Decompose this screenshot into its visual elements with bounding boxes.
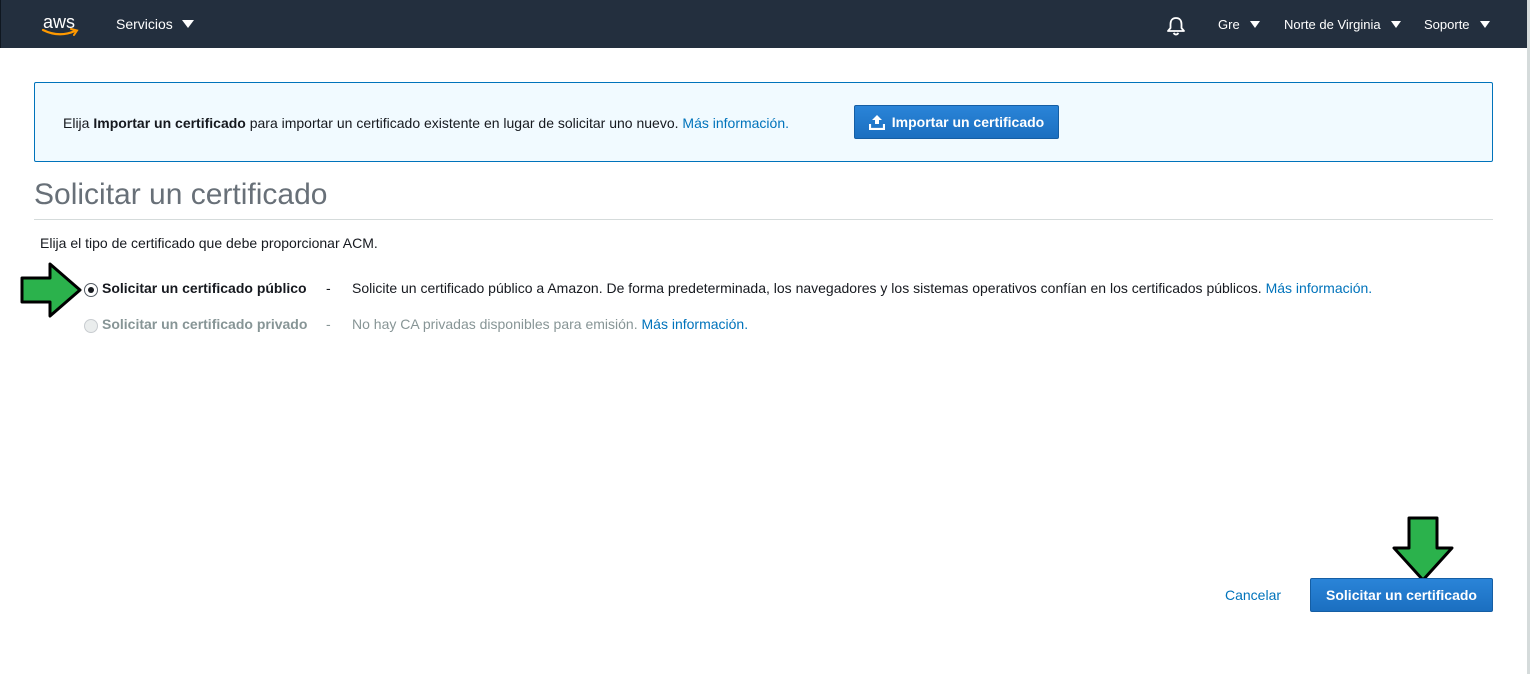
- option-public-certificate[interactable]: Solicitar un certificado público - Solic…: [84, 280, 1484, 300]
- import-info-banner: Elija Importar un certificado para impor…: [34, 82, 1493, 162]
- banner-text: Elija Importar un certificado para impor…: [63, 115, 789, 131]
- region-label: Norte de Virginia: [1284, 16, 1381, 32]
- aws-logo[interactable]: aws: [41, 6, 83, 40]
- cancel-button[interactable]: Cancelar: [1225, 587, 1281, 603]
- chevron-down-icon: [181, 20, 194, 28]
- aws-smile-icon: [41, 28, 79, 36]
- banner-text-suffix: para importar un certificado existente e…: [245, 115, 683, 131]
- user-menu[interactable]: Gre: [1218, 0, 1260, 48]
- services-label: Servicios: [116, 16, 173, 32]
- services-menu[interactable]: Servicios: [116, 0, 194, 48]
- banner-text-prefix: Elija: [63, 115, 94, 131]
- upload-icon: [868, 115, 885, 130]
- option-private-certificate: Solicitar un certificado privado - No ha…: [84, 316, 884, 336]
- option-description: Solicite un certificado público a Amazon…: [352, 280, 1372, 296]
- title-divider: [34, 219, 1493, 220]
- banner-text-bold: Importar un certificado: [93, 115, 246, 131]
- page-description: Elija el tipo de certificado que debe pr…: [40, 235, 378, 251]
- request-certificate-button[interactable]: Solicitar un certificado: [1310, 578, 1493, 612]
- bell-icon[interactable]: [1166, 15, 1186, 37]
- option-more-info-link[interactable]: Más información.: [642, 316, 749, 332]
- top-navigation-bar: aws Servicios Gre Norte de Virginia Sopo…: [0, 0, 1528, 48]
- private-certificate-radio: [84, 319, 98, 333]
- support-label: Soporte: [1424, 16, 1470, 32]
- chevron-down-icon: [1249, 20, 1260, 28]
- public-certificate-radio[interactable]: [84, 283, 98, 297]
- option-description-text: Solicite un certificado público a Amazon…: [352, 280, 1266, 296]
- green-arrow-right-icon: [20, 262, 82, 318]
- option-dash: -: [326, 280, 331, 296]
- region-menu[interactable]: Norte de Virginia: [1284, 0, 1401, 48]
- banner-more-info-link[interactable]: Más información.: [682, 115, 789, 131]
- option-dash: -: [326, 316, 331, 332]
- green-arrow-down-icon: [1392, 516, 1454, 582]
- request-button-label: Solicitar un certificado: [1326, 587, 1477, 603]
- import-certificate-button[interactable]: Importar un certificado: [854, 105, 1059, 139]
- import-button-label: Importar un certificado: [891, 114, 1045, 130]
- chevron-down-icon: [1390, 20, 1401, 28]
- option-description: No hay CA privadas disponibles para emis…: [352, 316, 748, 332]
- chevron-down-icon: [1479, 20, 1490, 28]
- option-label: Solicitar un certificado privado: [102, 316, 308, 332]
- option-description-text: No hay CA privadas disponibles para emis…: [352, 316, 642, 332]
- support-menu[interactable]: Soporte: [1424, 0, 1490, 48]
- page-title: Solicitar un certificado: [34, 178, 328, 211]
- option-label[interactable]: Solicitar un certificado público: [102, 280, 307, 296]
- user-label: Gre: [1218, 16, 1240, 32]
- option-more-info-link[interactable]: Más información.: [1266, 280, 1373, 296]
